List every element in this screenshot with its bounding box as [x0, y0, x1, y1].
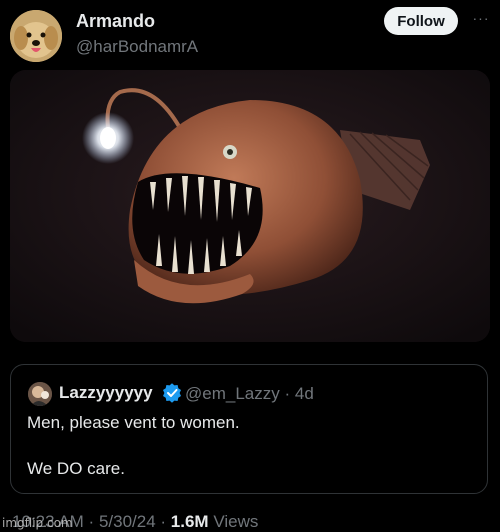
author-name[interactable]: Armando: [76, 11, 155, 32]
quoted-author-handle[interactable]: @em_Lazzy: [185, 384, 280, 403]
quoted-author-meta: @em_Lazzy · 4d: [185, 384, 314, 404]
quoted-post-text-line2: We DO care.: [27, 459, 125, 478]
quoted-author-avatar[interactable]: [28, 382, 52, 406]
views-label: Views: [213, 512, 259, 531]
views-count: 1.6M: [170, 512, 209, 531]
quoted-post[interactable]: Lazzyyyyyy @em_Lazzy · 4d Men, please ve…: [10, 364, 488, 494]
meta-separator: ·: [279, 384, 295, 403]
more-options-icon[interactable]: ···: [470, 8, 492, 28]
post-header: Armando @harBodnamrA Follow ···: [0, 0, 500, 70]
post-image[interactable]: [10, 70, 490, 342]
quoted-author-name[interactable]: Lazzyyyyyy: [59, 383, 153, 403]
verified-badge-icon: [162, 383, 182, 403]
anglerfish-image: [10, 70, 490, 342]
meta-separator: ·: [83, 512, 99, 531]
imgflip-watermark: imgflip.com: [2, 516, 73, 530]
author-handle[interactable]: @harBodnamrA: [76, 37, 198, 57]
quoted-post-time[interactable]: 4d: [295, 384, 314, 403]
follow-button[interactable]: Follow: [384, 7, 458, 35]
meta-separator: ·: [155, 512, 171, 531]
quoted-post-text-line1: Men, please vent to women.: [27, 413, 240, 432]
post-date[interactable]: 5/30/24: [99, 512, 156, 531]
author-avatar[interactable]: [10, 10, 62, 62]
